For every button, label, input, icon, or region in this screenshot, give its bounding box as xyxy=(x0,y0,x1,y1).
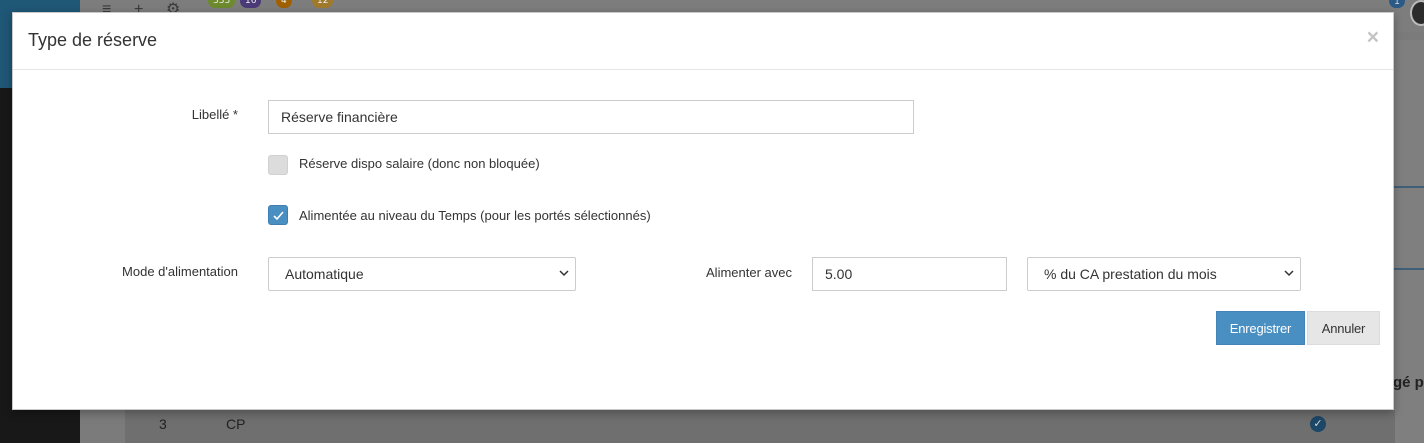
chevron-down-icon xyxy=(1284,258,1294,303)
notification-badge: 12 xyxy=(312,0,334,8)
save-button[interactable]: Enregistrer xyxy=(1216,311,1305,345)
chevron-down-icon xyxy=(559,258,569,303)
mode-alimentation-select[interactable]: Automatique xyxy=(268,257,576,291)
mode-alimentation-value: Automatique xyxy=(285,266,364,282)
table-cell-number: 3 xyxy=(159,416,167,432)
table-cell-code: CP xyxy=(226,416,246,432)
dialog-title: Type de réserve xyxy=(28,30,158,50)
libelle-input[interactable]: Réserve financière xyxy=(268,100,914,134)
table-row xyxy=(125,410,1395,443)
notification-badge: 16 xyxy=(240,0,262,8)
divider xyxy=(1394,268,1424,270)
reserve-type-dialog: Type de réserve × Libellé * Réserve fina… xyxy=(12,12,1394,410)
alimentee-temps-checkbox[interactable] xyxy=(268,205,288,225)
notification-badge: 4 xyxy=(276,0,292,8)
alimenter-avec-label: Alimenter avec xyxy=(706,265,792,280)
alimenter-unit-select[interactable]: % du CA prestation du mois xyxy=(1027,257,1301,291)
cancel-button[interactable]: Annuler xyxy=(1307,311,1380,345)
close-icon[interactable]: × xyxy=(1367,27,1379,48)
column-header: gé p xyxy=(1393,374,1424,391)
divider xyxy=(1394,186,1424,188)
notification-badge: 333 xyxy=(208,0,236,8)
libelle-label: Libellé * xyxy=(191,107,238,122)
check-circle-icon: ✓ xyxy=(1310,416,1326,432)
checkmark-icon xyxy=(273,211,284,221)
alimenter-unit-value: % du CA prestation du mois xyxy=(1044,266,1217,282)
dialog-header: Type de réserve × xyxy=(13,13,1393,70)
reserve-dispo-checkbox[interactable] xyxy=(268,155,288,175)
reserve-dispo-label: Réserve dispo salaire (donc non bloquée) xyxy=(299,156,540,171)
mode-alimentation-label: Mode d'alimentation xyxy=(122,264,238,279)
alimentee-temps-label: Alimentée au niveau du Temps (pour les p… xyxy=(299,208,651,223)
alimenter-value-input[interactable]: 5.00 xyxy=(812,257,1007,291)
